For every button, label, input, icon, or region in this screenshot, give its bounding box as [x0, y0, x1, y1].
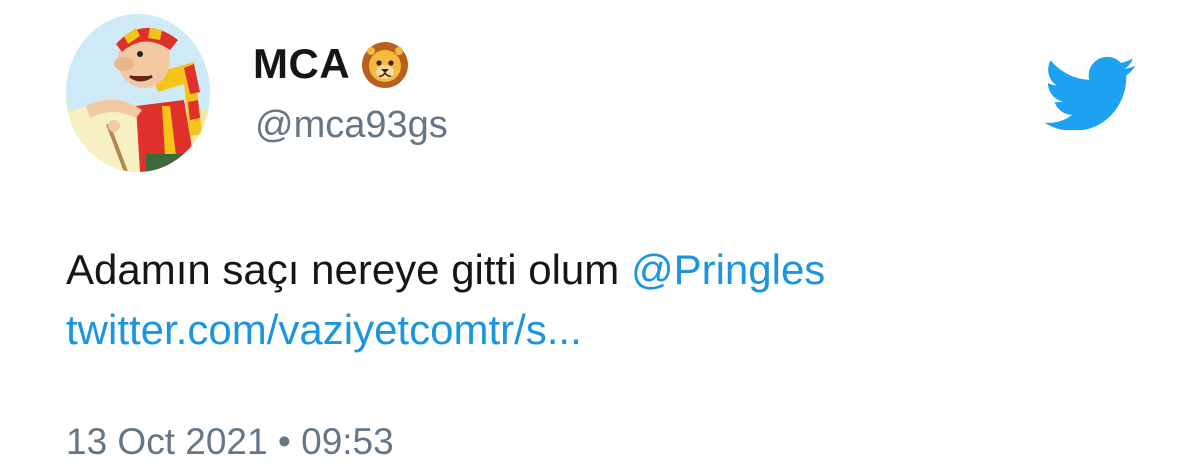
- tweet-url-link[interactable]: twitter.com/vaziyetcomtr/s...: [66, 306, 582, 353]
- display-name[interactable]: MCA: [253, 40, 350, 88]
- display-name-row: MCA: [253, 40, 410, 88]
- timestamp-separator: •: [277, 421, 291, 462]
- tweet-text: Adamın saçı nereye gitti olum @Pringles …: [66, 240, 1146, 360]
- tweet-body-text: Adamın saçı nereye gitti olum: [66, 246, 631, 293]
- tweet-date: 13 Oct 2021: [66, 421, 268, 462]
- lion-face-icon: [360, 39, 410, 89]
- avatar[interactable]: [66, 14, 210, 172]
- twitter-bird-icon[interactable]: [1044, 56, 1136, 131]
- tweet-time: 09:53: [301, 421, 394, 462]
- cartoon-avatar-image: [66, 14, 210, 172]
- mention-link[interactable]: @Pringles: [631, 246, 825, 293]
- user-handle[interactable]: @mca93gs: [255, 102, 448, 148]
- tweet-timestamp[interactable]: 13 Oct 2021 • 09:53: [66, 418, 394, 466]
